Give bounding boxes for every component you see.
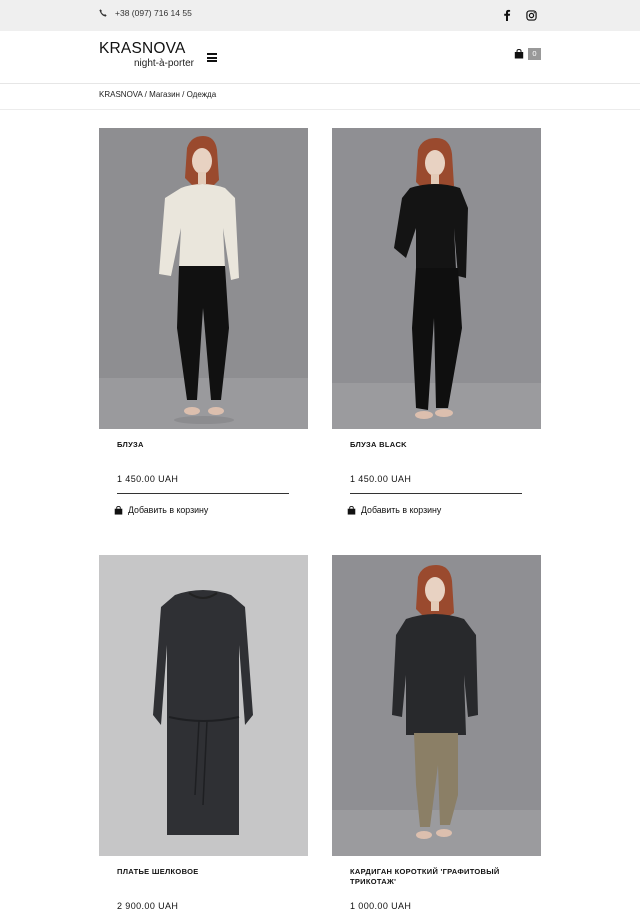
site-header: KRASNOVA night-à-porter 0 <box>0 31 640 84</box>
breadcrumb-shop[interactable]: Магазин <box>149 90 180 99</box>
product-price: 2 900.00 UAH <box>117 901 179 911</box>
product-image[interactable] <box>99 128 308 429</box>
social-links <box>502 8 537 21</box>
cart-count-badge: 0 <box>528 48 541 60</box>
phone-number: +38 (097) 716 14 55 <box>115 8 192 18</box>
shopping-bag-icon <box>514 49 524 59</box>
product-price: 1 450.00 UAH <box>350 474 412 484</box>
product-title[interactable]: КАРДИГАН КОРОТКИЙ 'ГРАФИТОВЫЙ ТРИКОТАЖ' <box>350 867 530 887</box>
product-card: КАРДИГАН КОРОТКИЙ 'ГРАФИТОВЫЙ ТРИКОТАЖ' … <box>332 555 541 911</box>
divider <box>350 493 522 494</box>
breadcrumb: KRASNOVA / Магазин / Одежда <box>0 84 640 110</box>
site-logo[interactable]: KRASNOVA night-à-porter <box>99 41 194 70</box>
product-card: БЛУЗА BLACK 1 450.00 UAH Добавить в корз… <box>332 128 541 515</box>
add-to-cart-button[interactable]: Добавить в корзину <box>347 505 441 515</box>
breadcrumb-current: Одежда <box>186 90 217 99</box>
product-price: 1 450.00 UAH <box>117 474 179 484</box>
product-title[interactable]: БЛУЗА <box>117 440 297 450</box>
facebook-icon[interactable] <box>502 8 512 21</box>
divider <box>117 493 289 494</box>
product-card: ПЛАТЬЕ ШЕЛКОВОЕ 2 900.00 UAH <box>99 555 308 911</box>
shopping-bag-icon <box>114 505 123 515</box>
product-image[interactable] <box>332 128 541 429</box>
cart-button[interactable]: 0 <box>514 48 541 60</box>
logo-title: KRASNOVA <box>99 40 186 57</box>
menu-icon[interactable] <box>207 53 217 62</box>
product-image[interactable] <box>99 555 308 856</box>
product-image[interactable] <box>332 555 541 856</box>
product-title[interactable]: ПЛАТЬЕ ШЕЛКОВОЕ <box>117 867 297 877</box>
product-title[interactable]: БЛУЗА BLACK <box>350 440 530 450</box>
add-to-cart-button[interactable]: Добавить в корзину <box>114 505 208 515</box>
product-card: БЛУЗА 1 450.00 UAH Добавить в корзину <box>99 128 308 515</box>
phone-icon <box>99 9 107 17</box>
add-to-cart-label: Добавить в корзину <box>361 505 442 515</box>
product-price: 1 000.00 UAH <box>350 901 412 911</box>
instagram-icon[interactable] <box>526 8 537 21</box>
phone-contact[interactable]: +38 (097) 716 14 55 <box>99 8 192 18</box>
breadcrumb-separator: / <box>179 90 187 99</box>
top-bar: +38 (097) 716 14 55 <box>0 0 640 31</box>
shopping-bag-icon <box>347 505 356 515</box>
add-to-cart-label: Добавить в корзину <box>128 505 209 515</box>
logo-subtitle: night-à-porter <box>133 58 194 69</box>
breadcrumb-home[interactable]: KRASNOVA <box>99 90 142 99</box>
